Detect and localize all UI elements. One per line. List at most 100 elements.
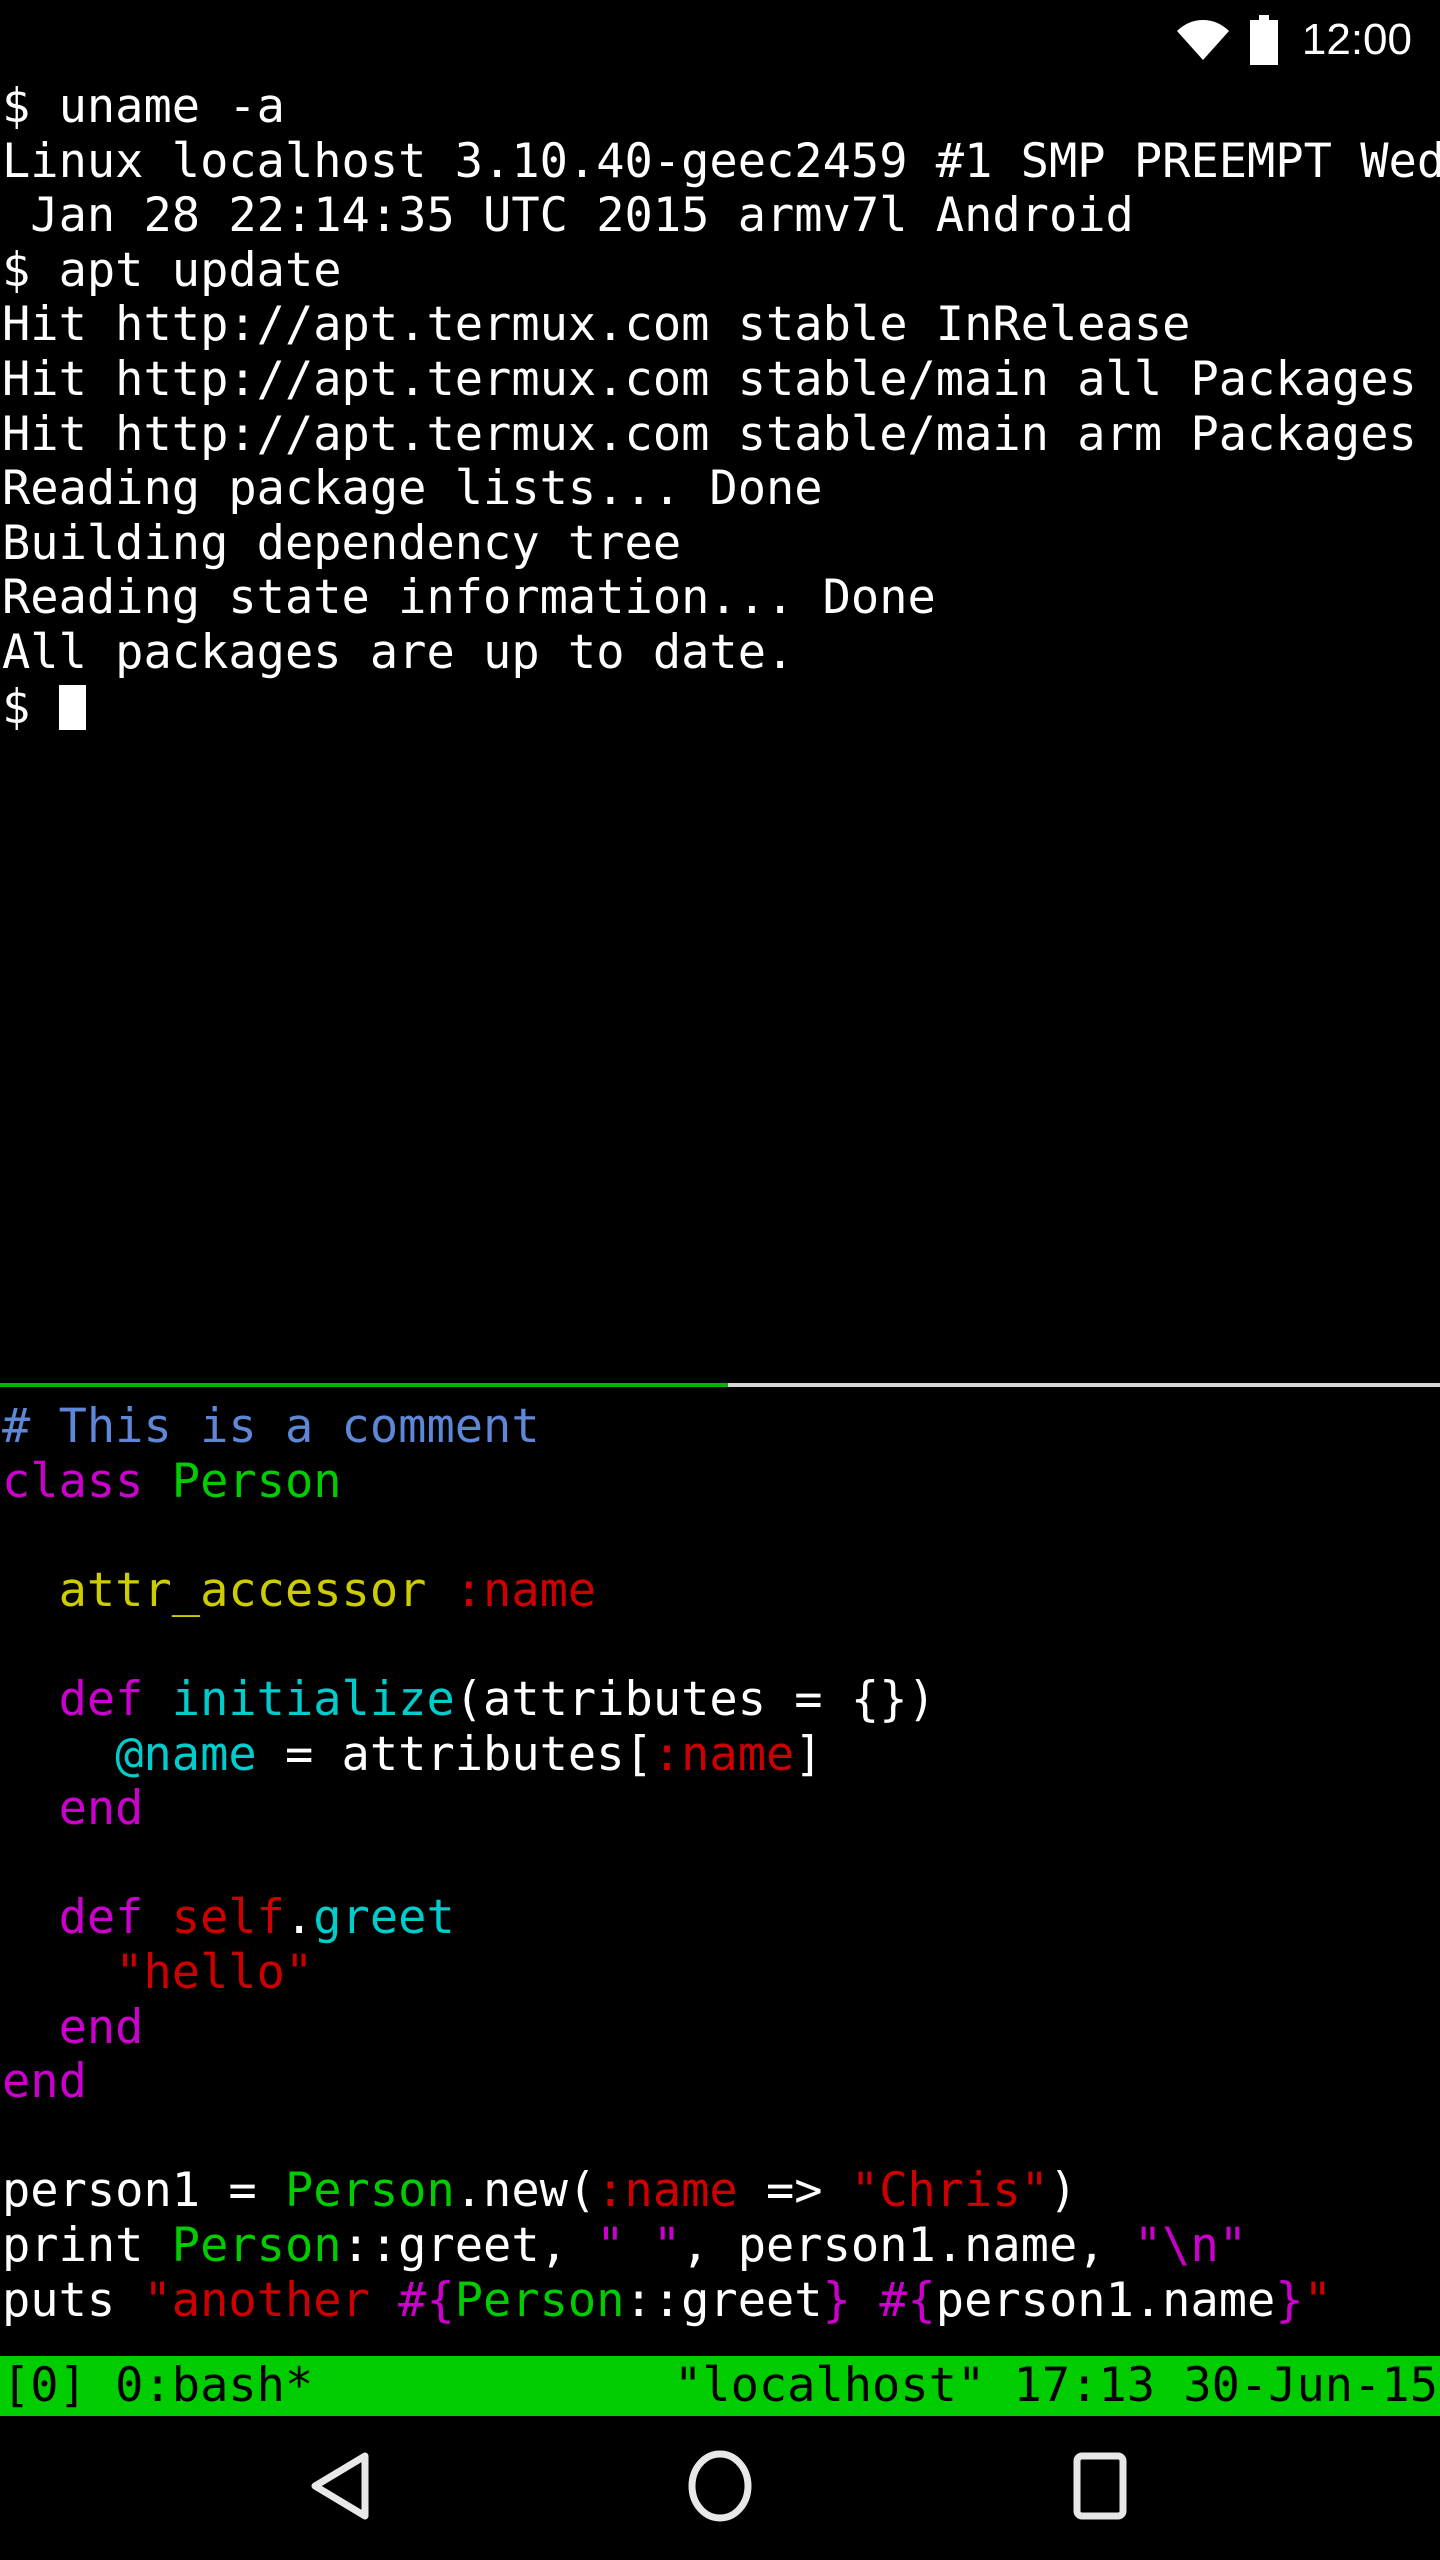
code-line: end (2, 2054, 1440, 2110)
code-line: person1 = Person.new(:name => "Chris") (2, 2164, 1440, 2219)
android-status-bar: 12:00 (0, 0, 1440, 80)
shell-line: Reading state information... Done (2, 570, 936, 626)
code-token: def (2, 1890, 172, 1946)
shell-prompt-line: $ (2, 679, 1440, 736)
code-token: #{ (398, 2272, 455, 2328)
code-token: " (1303, 2272, 1332, 2328)
shell-line: All packages are up to date. (2, 624, 795, 680)
code-token: = attributes[ (256, 1726, 653, 1782)
code-token: Person (284, 2163, 455, 2219)
code-token: self (171, 1890, 285, 1946)
code-line: end (2, 1999, 1440, 2056)
code-token: ::greet, (341, 2217, 597, 2273)
shell-line: Hit http://apt.termux.com stable/main al… (2, 351, 1417, 407)
code-line: end (2, 1781, 1440, 1837)
android-navigation-bar (0, 2416, 1440, 2560)
tmux-pane-editor[interactable]: # This is a comment class Person attr_acc… (0, 1399, 1440, 2340)
code-token: "Chris" (850, 2163, 1049, 2219)
wifi-icon (1176, 19, 1230, 61)
text-cursor (58, 684, 86, 730)
nav-home-button[interactable] (650, 2416, 790, 2560)
shell-line: $ apt update (2, 242, 342, 298)
shell-line: Reading package lists... Done (2, 461, 823, 517)
code-token: greet (313, 1890, 455, 1946)
code-token: .new( (454, 2163, 597, 2219)
code-token: :name (596, 2163, 738, 2219)
code-token: (attributes = {}) (454, 1671, 936, 1727)
code-token: puts (2, 2272, 144, 2328)
code-line: def initialize(attributes = {}) (2, 1671, 1440, 1728)
shell-output: $ uname -a Linux localhost 3.10.40-geec24… (2, 80, 1440, 681)
tmux-status-bar[interactable]: [0] 0:bash* "localhost" 17:13 30-Jun-15 (0, 2356, 1440, 2416)
ruby-source-code: # This is a comment class Person attr_acc… (2, 1399, 1440, 2329)
code-line: @name = attributes[:name] (2, 1726, 1440, 1783)
nav-back-button[interactable] (270, 2416, 410, 2560)
code-token: } (1275, 2272, 1304, 2328)
code-token: Person (171, 1453, 342, 1509)
code-token: def (2, 1671, 172, 1727)
code-token: :name (454, 1562, 597, 1618)
code-token: attr_accessor (2, 1562, 455, 1618)
code-line: print Person::greet, " ", person1.name, … (2, 2217, 1440, 2274)
code-token: print (2, 2217, 172, 2273)
divider-active-segment (0, 1383, 728, 1387)
code-token: , person1.name, (681, 2217, 1134, 2273)
code-token: Person (454, 2272, 625, 2328)
back-triangle-icon (309, 2452, 371, 2524)
code-line: puts "another #{Person::greet} #{person1… (2, 2272, 1440, 2329)
battery-full-icon (1248, 15, 1280, 65)
code-token: => (737, 2163, 851, 2219)
code-token: end (2, 1999, 144, 2055)
code-token: class (2, 1453, 172, 1509)
code-token: person1 = (2, 2163, 285, 2219)
code-token: end (2, 1781, 144, 1837)
code-token: person1.name (935, 2272, 1276, 2328)
shell-line: $ uname -a (2, 80, 285, 134)
tmux-status-left[interactable]: [0] 0:bash* (2, 2356, 313, 2416)
code-token: ::greet (624, 2272, 823, 2328)
device-screen: 12:00 $ uname -a Linux localhost 3.10.40-… (0, 0, 1440, 2560)
status-bar-clock: 12:00 (1301, 15, 1412, 64)
code-token: "hello" (115, 1944, 314, 2000)
code-token: " " (596, 2217, 682, 2273)
code-token: . (284, 1890, 314, 1946)
code-token: initialize (171, 1671, 455, 1727)
shell-prompt: $ (2, 679, 59, 735)
nav-recents-button[interactable] (1030, 2416, 1170, 2560)
code-token: "another (143, 2272, 399, 2328)
home-circle-icon (687, 2450, 753, 2526)
code-token: # This is a comment (2, 1399, 540, 1454)
shell-line: Hit http://apt.termux.com stable InRelea… (2, 297, 1191, 353)
code-line: def self.greet (2, 1891, 1440, 1946)
code-token: Person (171, 2217, 342, 2273)
code-line: # This is a comment (2, 1399, 1440, 1455)
code-token: end (2, 2054, 87, 2110)
code-token: @name (115, 1726, 257, 1782)
divider-inactive-segment (728, 1383, 1440, 1387)
code-line: "hello" (2, 1944, 1440, 2001)
code-token: ] (794, 1726, 823, 1782)
code-token: "\n" (1133, 2217, 1248, 2273)
code-token: } (822, 2272, 851, 2328)
code-line: attr_accessor :name (2, 1562, 1440, 1619)
terminal-viewport[interactable]: $ uname -a Linux localhost 3.10.40-geec24… (0, 80, 1440, 2356)
shell-line: Hit http://apt.termux.com stable/main ar… (2, 406, 1417, 462)
tmux-status-right: "localhost" 17:13 30-Jun-15 (673, 2358, 1438, 2413)
tmux-pane-shell[interactable]: $ uname -a Linux localhost 3.10.40-geec24… (0, 80, 1440, 1386)
shell-line: Building dependency tree (2, 515, 682, 571)
code-token: ) (1048, 2163, 1078, 2219)
code-token: #{ (879, 2272, 936, 2328)
tmux-pane-divider[interactable] (0, 1383, 1440, 1387)
code-line: class Person (2, 1453, 1440, 1510)
shell-line: Jan 28 22:14:35 UTC 2015 armv7l Android (2, 188, 1134, 244)
recents-square-icon (1072, 2450, 1128, 2526)
shell-line: Linux localhost 3.10.40-geec2459 #1 SMP … (2, 133, 1440, 189)
code-token: :name (652, 1726, 795, 1782)
